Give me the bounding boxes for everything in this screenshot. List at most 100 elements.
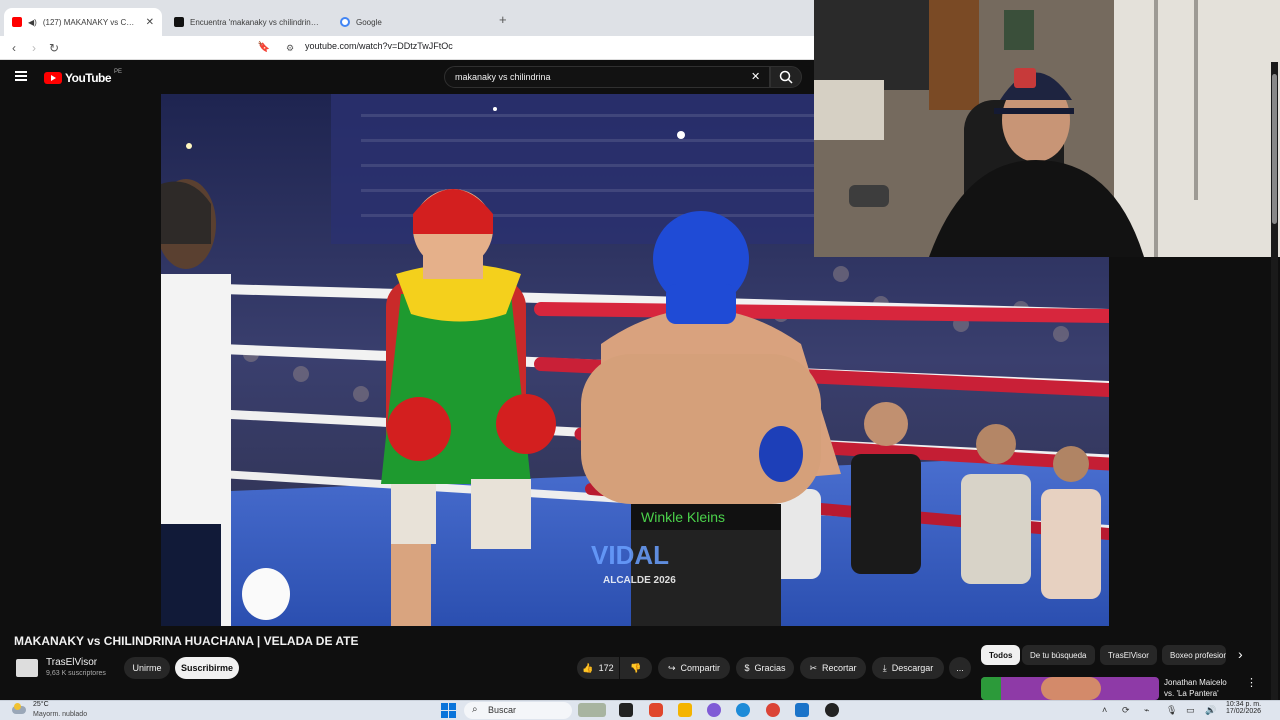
join-button[interactable]: Unirme <box>124 657 170 679</box>
tray-volume-icon[interactable]: 🔊 <box>1205 705 1216 716</box>
dislike-button[interactable]: 👎 <box>620 657 652 679</box>
waistband-text: Winkle Kleins <box>641 509 725 525</box>
subscribe-label: Suscribirme <box>180 663 234 673</box>
copilot-icon[interactable] <box>707 703 721 717</box>
recommended-menu-icon[interactable]: ⋮ <box>1246 676 1257 689</box>
chrome-browser-icon[interactable] <box>766 703 780 717</box>
recommended-title-line1: Jonathan Maicelo <box>1164 678 1227 687</box>
chips-next-icon[interactable]: › <box>1238 646 1243 662</box>
new-tab-button[interactable]: + <box>499 12 507 27</box>
obs-icon[interactable] <box>825 703 839 717</box>
close-tab-icon[interactable]: ✕ <box>146 17 154 28</box>
search-query-text: makanaky vs chilindrina <box>455 72 551 82</box>
share-label: Compartir <box>680 663 721 673</box>
windows-taskbar <box>0 700 1280 720</box>
chip-label: De tu búsqueda <box>1030 650 1087 660</box>
store-icon[interactable] <box>795 703 809 717</box>
thanks-icon: $ <box>744 663 750 673</box>
clear-search-icon[interactable]: ✕ <box>751 70 760 83</box>
recommended-title[interactable]: Jonathan Maicelo vs. 'La Pantera' <box>1164 677 1227 699</box>
tab-title: Encuentra 'makanaky vs chilindrina' en T… <box>190 17 322 27</box>
clock-time: 10:34 p. m. <box>1226 701 1262 708</box>
address-bar: ‹ › ↻ 🔖 ⚙ youtube.com/watch?v=DDtzTwJFtO… <box>0 36 814 60</box>
thanks-label: Gracias <box>754 663 786 673</box>
reload-icon[interactable]: ↻ <box>46 40 62 56</box>
back-icon[interactable]: ‹ <box>6 40 22 56</box>
clip-button[interactable]: ✂ Recortar <box>800 657 866 679</box>
download-icon: ⤓ <box>882 662 887 673</box>
google-favicon-icon <box>340 17 350 27</box>
like-count: 172 <box>598 663 614 673</box>
taskbar-search-icon: ⌕ <box>472 704 478 715</box>
scrollbar-thumb[interactable] <box>1272 74 1277 224</box>
youtube-favicon-icon <box>12 17 22 27</box>
tray-sync-icon[interactable]: ⟳ <box>1122 705 1130 716</box>
scissors-icon: ✂ <box>809 662 818 673</box>
menu-icon[interactable] <box>15 71 27 81</box>
more-icon: ... <box>956 663 964 673</box>
thanks-button[interactable]: $ Gracias <box>736 657 794 679</box>
chip-todos[interactable]: Todos <box>981 645 1021 665</box>
tab-title: Google <box>356 17 382 27</box>
tray-chevron-icon[interactable]: ˄ <box>1102 705 1107 715</box>
forward-icon[interactable]: › <box>26 40 42 56</box>
region-code: PE <box>114 69 123 75</box>
weather-desc: Mayorm. nublado <box>33 711 88 718</box>
bookmark-icon[interactable]: 🔖 <box>256 40 272 56</box>
chip-traselvisor[interactable]: TrasElVisor <box>1100 645 1157 665</box>
overlay-alcalde-text: ALCALDE 2026 <box>603 575 676 586</box>
subscribe-button[interactable]: Suscribirme <box>175 657 239 679</box>
url-text[interactable]: youtube.com/watch?v=DDtzTwJFtOc <box>305 41 453 51</box>
webcam-room-image <box>814 0 1280 257</box>
download-button[interactable]: ⤓ Descargar <box>872 657 944 679</box>
tray-mic-icon[interactable]: 🎙 <box>1166 705 1177 716</box>
page-scrollbar[interactable] <box>1271 62 1278 700</box>
chip-de-tu-busqueda[interactable]: De tu búsqueda <box>1022 645 1095 665</box>
join-label: Unirme <box>132 663 162 673</box>
edge-browser-icon[interactable] <box>736 703 750 717</box>
chip-label: Todos <box>989 650 1013 660</box>
terminal-icon[interactable] <box>619 703 633 717</box>
channel-avatar[interactable] <box>16 659 38 677</box>
recommended-thumbnail[interactable] <box>981 677 1159 700</box>
clock[interactable]: 10:34 p. m. 17/02/2026 <box>1226 701 1261 715</box>
taskbar-search-input[interactable]: ⌕ Buscar <box>464 702 572 719</box>
tab-title: (127) MAKANAKY vs CHILINDRINA HUACHANA |… <box>42 17 140 27</box>
tab-youtube-video[interactable]: ◀) (127) MAKANAKY vs CHILINDRINA HUACHAN… <box>4 8 162 36</box>
thumbs-up-icon: 👍 <box>582 662 594 673</box>
clock-date: 17/02/2026 <box>1226 708 1262 715</box>
overlay-vidal-text: VIDAL <box>591 540 669 570</box>
thumbs-down-icon: 👎 <box>630 662 642 673</box>
search-input[interactable]: makanaky vs chilindrina ✕ <box>444 66 770 88</box>
tray-display-icon[interactable]: ▭ <box>1186 705 1195 716</box>
tiktok-favicon-icon <box>174 17 184 27</box>
share-button[interactable]: ↪ Compartir <box>658 657 730 679</box>
weather-cloud-icon[interactable] <box>12 703 26 715</box>
youtube-logo[interactable]: YouTube PE <box>44 69 123 85</box>
tray-network-icon[interactable]: ⌁ <box>1144 705 1149 716</box>
recommended-title-line2: vs. 'La Pantera' <box>1164 689 1219 698</box>
subscriber-count: 9,63 K suscriptores <box>46 670 106 677</box>
chip-boxeo-profesional[interactable]: Boxeo profesional <box>1162 645 1226 665</box>
like-button[interactable]: 👍 172 <box>577 657 619 679</box>
chip-label: TrasElVisor <box>1108 650 1149 660</box>
browser-tab-bar: ◀) (127) MAKANAKY vs CHILINDRINA HUACHAN… <box>0 0 814 36</box>
windows-start-icon[interactable] <box>441 703 456 718</box>
share-icon: ↪ <box>667 662 676 673</box>
tab-tiktok[interactable]: Encuentra 'makanaky vs chilindrina' en T… <box>166 8 330 36</box>
file-explorer-icon[interactable] <box>678 703 692 717</box>
search-button[interactable] <box>770 66 802 88</box>
brave-browser-icon[interactable] <box>649 703 663 717</box>
channel-name[interactable]: TrasElVisor <box>46 657 97 668</box>
clip-label: Recortar <box>822 663 857 673</box>
site-info-icon[interactable]: ⚙ <box>282 40 298 56</box>
chip-label: Boxeo profesional <box>1170 650 1226 660</box>
streamer-webcam-overlay <box>814 0 1280 257</box>
taskbar-search-placeholder: Buscar <box>488 705 517 715</box>
more-actions-button[interactable]: ... <box>949 657 971 679</box>
logo-text: YouTube <box>65 71 112 85</box>
download-label: Descargar <box>891 663 934 673</box>
youtube-play-icon <box>44 72 62 84</box>
tab-google[interactable]: Google <box>332 8 492 36</box>
widgets-icon[interactable] <box>578 703 606 717</box>
